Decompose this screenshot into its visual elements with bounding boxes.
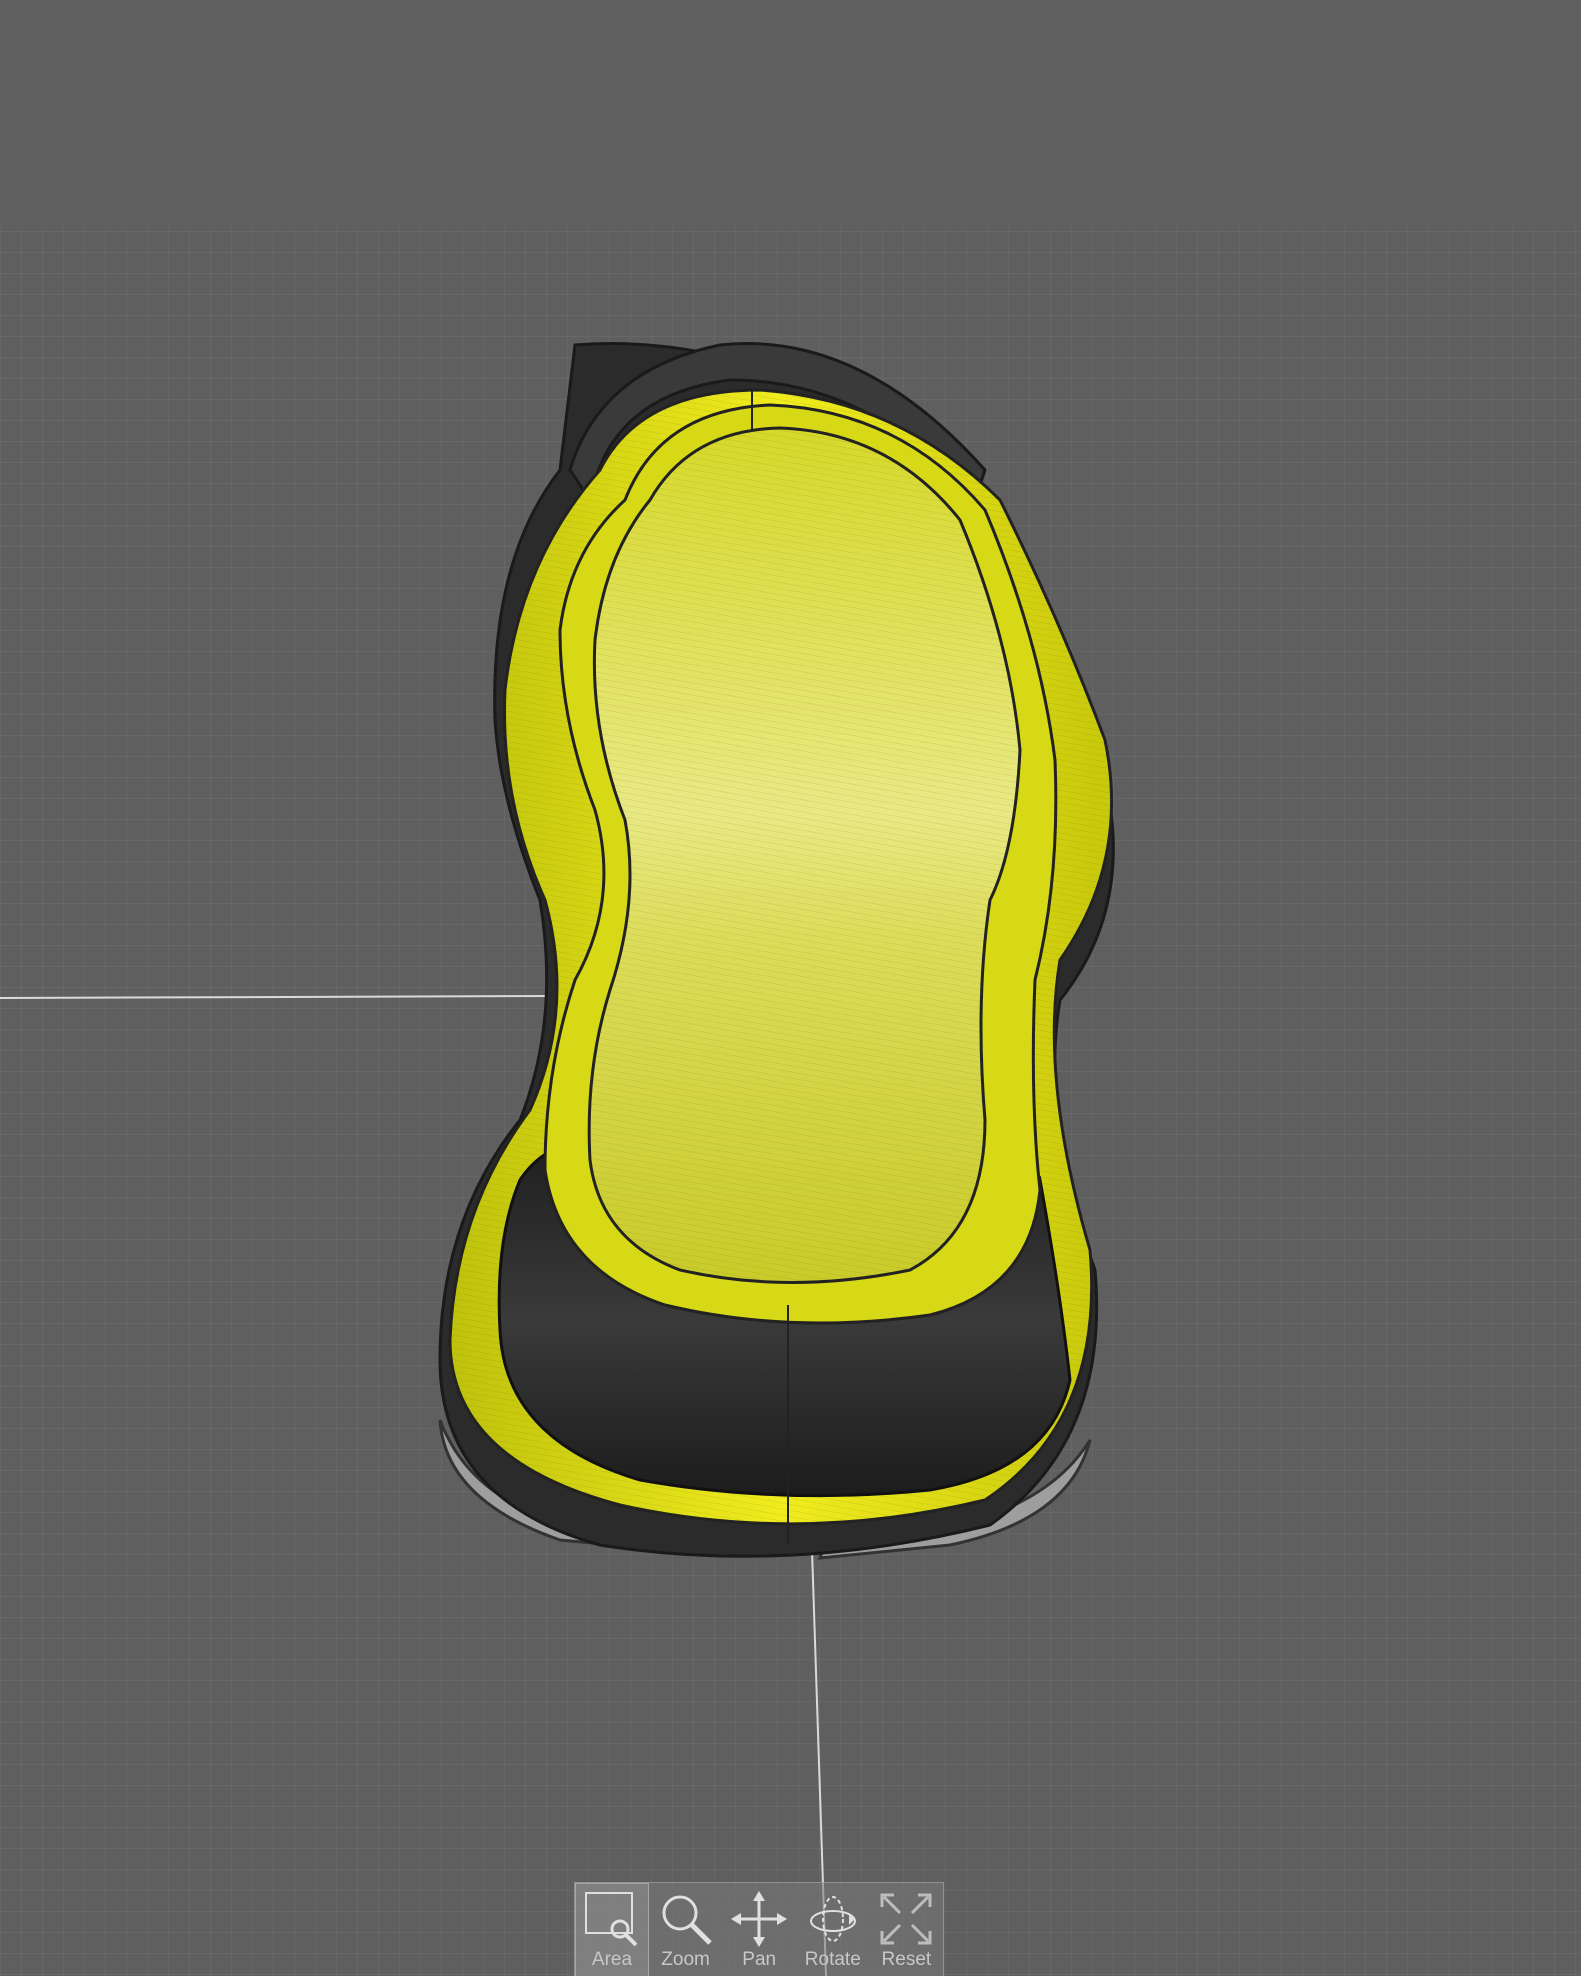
area-zoom-button[interactable]: Area bbox=[575, 1883, 649, 1976]
insole-hatch bbox=[589, 428, 1020, 1283]
view-toolbar: Area Zoom Pan Rotate Reset bbox=[574, 1882, 944, 1976]
reset-button[interactable]: Reset bbox=[869, 1883, 943, 1976]
magnifier-icon bbox=[662, 1895, 712, 1945]
3d-viewport[interactable]: Area Zoom Pan Rotate Reset bbox=[0, 0, 1581, 1976]
area-label: Area bbox=[591, 1949, 633, 1970]
area-zoom-icon bbox=[585, 1892, 638, 1947]
rotate-button[interactable]: Rotate bbox=[796, 1883, 870, 1976]
rotate-label: Rotate bbox=[804, 1949, 861, 1970]
pan-button[interactable]: Pan bbox=[722, 1883, 796, 1976]
background-sky bbox=[0, 0, 1581, 228]
reset-expand-icon bbox=[880, 1893, 932, 1945]
pan-arrows-icon bbox=[731, 1891, 788, 1947]
pan-label: Pan bbox=[742, 1949, 777, 1970]
zoom-button[interactable]: Zoom bbox=[649, 1883, 723, 1976]
reset-label: Reset bbox=[881, 1949, 932, 1970]
zoom-label: Zoom bbox=[661, 1949, 710, 1970]
scene-canvas[interactable] bbox=[0, 0, 1581, 1976]
rotate-icon bbox=[809, 1896, 856, 1942]
